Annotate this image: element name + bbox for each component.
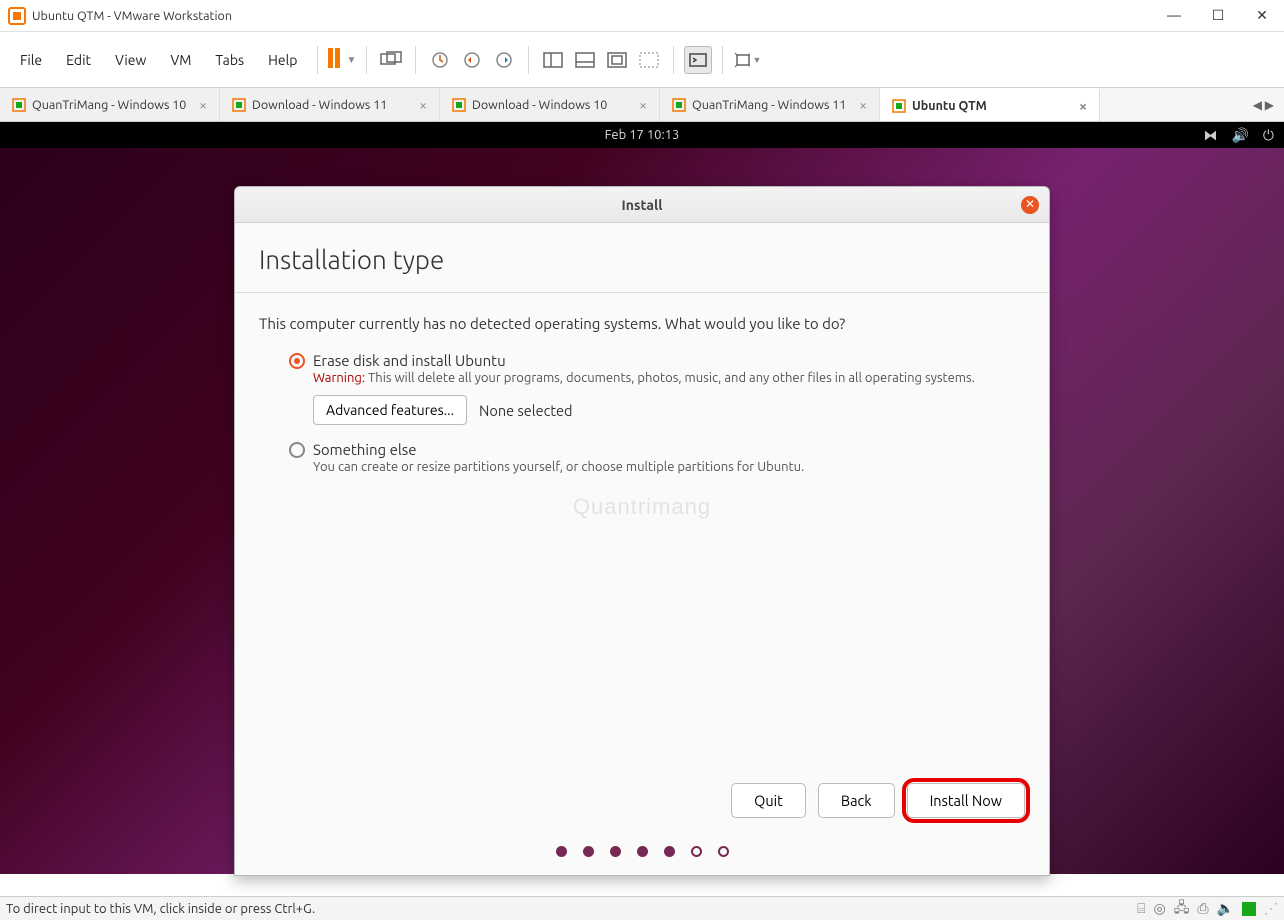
- quit-button[interactable]: Quit: [731, 783, 806, 818]
- vm-power-indicator[interactable]: [1242, 902, 1256, 916]
- layout-thumbnail-icon[interactable]: [571, 46, 599, 74]
- dialog-footer: Quit Back Install Now: [235, 771, 1049, 875]
- dot-empty: [691, 846, 702, 857]
- advanced-features-button[interactable]: Advanced features...: [313, 395, 467, 425]
- cd-icon[interactable]: ◎: [1154, 900, 1166, 917]
- tab-close-icon[interactable]: ×: [859, 97, 867, 113]
- dot-filled: [610, 846, 621, 857]
- vm-tab[interactable]: QuanTriMang - Windows 11 ×: [660, 88, 880, 121]
- tab-close-icon[interactable]: ×: [639, 97, 647, 113]
- advanced-status: None selected: [479, 402, 572, 419]
- network-icon[interactable]: ⧓: [1203, 127, 1217, 144]
- window-title: Ubuntu QTM - VMware Workstation: [32, 9, 1164, 23]
- vm-icon: [232, 98, 246, 112]
- vm-tab-active[interactable]: Ubuntu QTM ×: [880, 88, 1100, 121]
- ubuntu-top-bar: Feb 17 10:13 ⧓ 🔊 ⏻: [0, 122, 1284, 148]
- vm-icon: [672, 98, 686, 112]
- menu-view[interactable]: View: [105, 48, 156, 72]
- dot-filled: [637, 846, 648, 857]
- vm-tab-bar: QuanTriMang - Windows 10 × Download - Wi…: [0, 88, 1284, 122]
- menu-file[interactable]: File: [10, 48, 52, 72]
- vm-tab-label: QuanTriMang - Windows 10: [32, 98, 186, 112]
- option-erase-disk: Erase disk and install Ubuntu Warning: T…: [289, 352, 1025, 425]
- vm-tab-label: QuanTriMang - Windows 11: [692, 98, 846, 112]
- console-view-icon[interactable]: [684, 46, 712, 74]
- installer-dialog: Install ✕ Installation type This compute…: [234, 186, 1050, 876]
- vmware-app-icon: [8, 7, 26, 25]
- sound-icon[interactable]: 🔈: [1217, 900, 1234, 917]
- radio-erase-disk[interactable]: [289, 353, 305, 369]
- resize-grip-icon[interactable]: ⋰: [1264, 900, 1278, 917]
- statusbar: To direct input to this VM, click inside…: [0, 896, 1284, 920]
- snapshot-manager-icon[interactable]: [490, 46, 518, 74]
- suspend-button[interactable]: ▼: [328, 48, 356, 72]
- snapshot-revert-icon[interactable]: [458, 46, 486, 74]
- tab-close-icon[interactable]: ×: [419, 97, 427, 113]
- vm-tab[interactable]: QuanTriMang - Windows 10 ×: [0, 88, 220, 121]
- power-icon[interactable]: ⏻: [1263, 127, 1274, 144]
- dot-filled: [556, 846, 567, 857]
- vm-tab[interactable]: Download - Windows 11 ×: [220, 88, 440, 121]
- prompt-text: This computer currently has no detected …: [259, 315, 1025, 332]
- stretch-guest-icon[interactable]: ▼: [733, 46, 761, 74]
- progress-dots: [556, 846, 729, 857]
- window-titlebar: Ubuntu QTM - VMware Workstation — ☐ ✕: [0, 0, 1284, 32]
- menu-help[interactable]: Help: [258, 48, 307, 72]
- clock: Feb 17 10:13: [605, 128, 680, 142]
- dialog-title: Install: [622, 197, 663, 213]
- install-now-button[interactable]: Install Now: [907, 783, 1025, 818]
- maximize-button[interactable]: ☐: [1208, 7, 1228, 24]
- dot-filled: [583, 846, 594, 857]
- send-ctrl-alt-del-icon[interactable]: [377, 46, 405, 74]
- vm-icon: [12, 98, 26, 112]
- layout-unity-icon[interactable]: [635, 46, 663, 74]
- erase-warning: Warning: This will delete all your progr…: [313, 371, 1025, 385]
- layout-fullscreen-icon[interactable]: [603, 46, 631, 74]
- minimize-button[interactable]: —: [1164, 7, 1184, 24]
- vm-tab-label: Download - Windows 10: [472, 98, 607, 112]
- network-adapter-icon[interactable]: 🖧: [1174, 897, 1190, 921]
- status-hint: To direct input to this VM, click inside…: [6, 902, 315, 916]
- layout-single-icon[interactable]: [539, 46, 567, 74]
- vm-icon: [452, 98, 466, 112]
- dialog-close-button[interactable]: ✕: [1021, 196, 1039, 214]
- menu-vm[interactable]: VM: [160, 48, 201, 72]
- vm-icon: [892, 99, 906, 113]
- option-desc: You can create or resize partitions your…: [313, 460, 1025, 474]
- volume-icon[interactable]: 🔊: [1231, 127, 1248, 144]
- vm-tab[interactable]: Download - Windows 10 ×: [440, 88, 660, 121]
- status-tray: ⌸ ◎ 🖧 ⎙ 🔈 ⋰: [1137, 897, 1278, 921]
- menu-tabs[interactable]: Tabs: [205, 48, 254, 72]
- vm-tab-label: Download - Windows 11: [252, 98, 387, 112]
- tab-close-icon[interactable]: ×: [1079, 98, 1087, 114]
- snapshot-take-icon[interactable]: [426, 46, 454, 74]
- vm-tab-label: Ubuntu QTM: [912, 99, 987, 113]
- back-button[interactable]: Back: [818, 783, 895, 818]
- tab-close-icon[interactable]: ×: [199, 97, 207, 113]
- disk-icon[interactable]: ⌸: [1137, 900, 1145, 917]
- guest-display[interactable]: Feb 17 10:13 ⧓ 🔊 ⏻ Quantrimang Install ✕…: [0, 122, 1284, 874]
- dot-filled: [664, 846, 675, 857]
- radio-something-else[interactable]: [289, 442, 305, 458]
- option-label[interactable]: Something else: [313, 441, 417, 458]
- dialog-header: Install ✕: [235, 187, 1049, 223]
- dot-empty: [718, 846, 729, 857]
- page-heading: Installation type: [259, 245, 1025, 274]
- menubar: File Edit View VM Tabs Help ▼ ▼: [0, 32, 1284, 88]
- dialog-body: Installation type This computer currentl…: [235, 223, 1049, 771]
- option-label[interactable]: Erase disk and install Ubuntu: [313, 352, 506, 369]
- tab-scroll-arrows[interactable]: ◀ ▶: [1243, 88, 1284, 121]
- printer-icon[interactable]: ⎙: [1197, 900, 1208, 917]
- close-button[interactable]: ✕: [1252, 7, 1272, 24]
- menu-edit[interactable]: Edit: [56, 48, 101, 72]
- option-something-else: Something else You can create or resize …: [289, 441, 1025, 474]
